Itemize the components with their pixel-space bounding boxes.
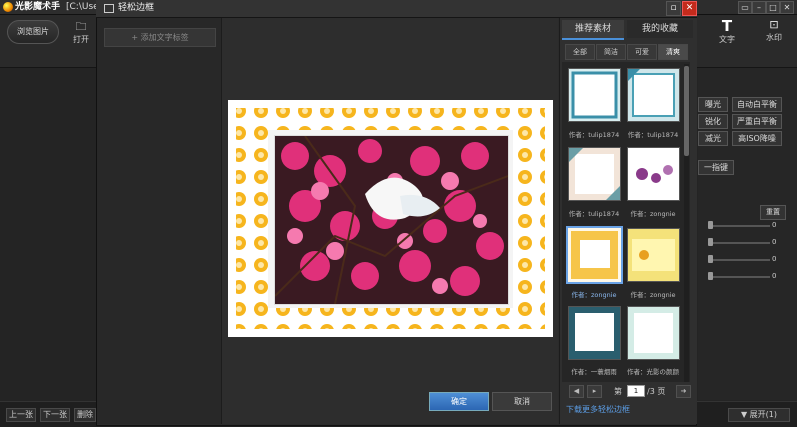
thumbnail-author: 作者：zongnie bbox=[630, 291, 676, 299]
subtab-fresh[interactable]: 清爽 bbox=[658, 44, 688, 60]
high-iso-denoise-button[interactable]: 高ISO降噪 bbox=[732, 131, 782, 146]
frame-thumbnail[interactable] bbox=[627, 228, 680, 282]
blossom-photo-illustration bbox=[275, 136, 508, 304]
auto-white-balance-button[interactable]: 自动白平衡 bbox=[732, 97, 782, 112]
slider-knob[interactable] bbox=[708, 221, 713, 229]
dialog-window-icon bbox=[104, 4, 114, 13]
thumbnail-author: 作者：tulip1874 bbox=[568, 210, 620, 218]
watermark-label: 水印 bbox=[766, 33, 782, 42]
app-restore-icon[interactable]: ▭ bbox=[738, 1, 752, 14]
thumbnail-author: 作者：tulip1874 bbox=[627, 131, 679, 139]
frame-thumbnail[interactable] bbox=[627, 306, 680, 360]
open-label: 打开 bbox=[73, 35, 89, 44]
app-minimize-icon[interactable]: – bbox=[752, 1, 766, 14]
slider-row[interactable]: 0 bbox=[700, 255, 790, 265]
app-close-icon[interactable]: ✕ bbox=[780, 1, 794, 14]
text-tool-icon: T bbox=[721, 17, 733, 35]
dialog-close-icon[interactable]: ✕ bbox=[682, 1, 697, 16]
slider-knob[interactable] bbox=[708, 272, 713, 280]
thumbnail-author: 作者：tulip1874 bbox=[568, 131, 620, 139]
frame-thumbnail-selected[interactable] bbox=[566, 226, 623, 284]
text-tool-label: 文字 bbox=[719, 35, 735, 44]
dialog-title-bar bbox=[96, 0, 697, 18]
add-text-tag-button[interactable]: + 添加文字标签 bbox=[104, 28, 216, 47]
thumbnail-author: 作者：一蓑烟雨 bbox=[571, 368, 617, 376]
thumbnail-author: 作者：光影の颜颜 bbox=[627, 368, 679, 376]
reduce-light-button[interactable]: 减光 bbox=[698, 131, 728, 146]
exposure-button[interactable]: 曝光 bbox=[698, 97, 728, 112]
tag-panel bbox=[97, 18, 222, 424]
first-page-icon[interactable]: ◀ bbox=[569, 385, 584, 398]
scrollbar-thumb[interactable] bbox=[684, 66, 689, 156]
confirm-button[interactable]: 确定 bbox=[429, 392, 489, 411]
slider-row[interactable]: 0 bbox=[700, 238, 790, 248]
browse-images-button[interactable]: 浏览图片 bbox=[7, 20, 59, 44]
frame-thumbnail[interactable] bbox=[568, 306, 621, 360]
frame-thumbnail[interactable] bbox=[568, 147, 621, 201]
frame-thumbnail[interactable] bbox=[568, 68, 621, 122]
tab-favorites[interactable]: 我的收藏 bbox=[627, 20, 693, 38]
subtab-simple[interactable]: 简洁 bbox=[596, 44, 626, 60]
dialog-minimize-icon[interactable]: ▫ bbox=[666, 1, 681, 16]
prev-image-button[interactable]: 上一张 bbox=[6, 408, 36, 422]
app-logo-icon bbox=[3, 2, 13, 12]
dialog-title: 轻松边框 bbox=[118, 3, 155, 13]
subtab-all[interactable]: 全部 bbox=[565, 44, 595, 60]
open-button[interactable]: 🗀 打开 bbox=[66, 20, 96, 45]
page-total-label: /3 页 bbox=[647, 387, 666, 396]
expand-button[interactable]: ▼ 展开(1) bbox=[728, 408, 790, 422]
thumbnail-author: 作者：zongnie bbox=[630, 210, 676, 218]
app-file-path: [C:\Use bbox=[66, 2, 99, 12]
page-label-prefix: 第 bbox=[614, 387, 622, 396]
reset-button[interactable]: 重置 bbox=[760, 205, 786, 220]
download-more-frames-link[interactable]: 下载更多轻松边框 bbox=[566, 404, 630, 415]
next-image-button[interactable]: 下一张 bbox=[40, 408, 70, 422]
delete-button[interactable]: 删除 bbox=[74, 408, 96, 422]
app-maximize-icon[interactable]: □ bbox=[766, 1, 780, 14]
strict-white-balance-button[interactable]: 严重白平衡 bbox=[732, 114, 782, 129]
app-name: 光影魔术手 bbox=[15, 2, 61, 12]
slider-knob[interactable] bbox=[708, 255, 713, 263]
prev-page-icon[interactable]: ▸ bbox=[587, 385, 602, 398]
next-page-icon[interactable]: ➜ bbox=[676, 385, 691, 398]
one-key-button[interactable]: 一指键 bbox=[698, 160, 734, 175]
cancel-button[interactable]: 取消 bbox=[492, 392, 552, 411]
frame-thumbnail[interactable] bbox=[627, 68, 680, 122]
text-tool-button[interactable]: T 文字 bbox=[712, 18, 742, 45]
sharpen-button[interactable]: 锐化 bbox=[698, 114, 728, 129]
watermark-tool-button[interactable]: ⊡ 水印 bbox=[759, 18, 789, 43]
page-number-input[interactable]: 1 bbox=[627, 385, 645, 397]
tab-recommended[interactable]: 推荐素材 bbox=[562, 20, 624, 40]
thumbnail-author: 作者：zongnie bbox=[571, 291, 617, 299]
frame-thumbnail[interactable] bbox=[627, 147, 680, 201]
slider-row[interactable]: 0 bbox=[700, 272, 790, 282]
watermark-icon: ⊡ bbox=[769, 18, 779, 31]
slider-row[interactable]: 0 bbox=[700, 221, 790, 231]
slider-knob[interactable] bbox=[708, 238, 713, 246]
subtab-cute[interactable]: 可爱 bbox=[627, 44, 657, 60]
open-folder-icon: 🗀 bbox=[75, 20, 87, 33]
preview-photo bbox=[274, 135, 509, 305]
